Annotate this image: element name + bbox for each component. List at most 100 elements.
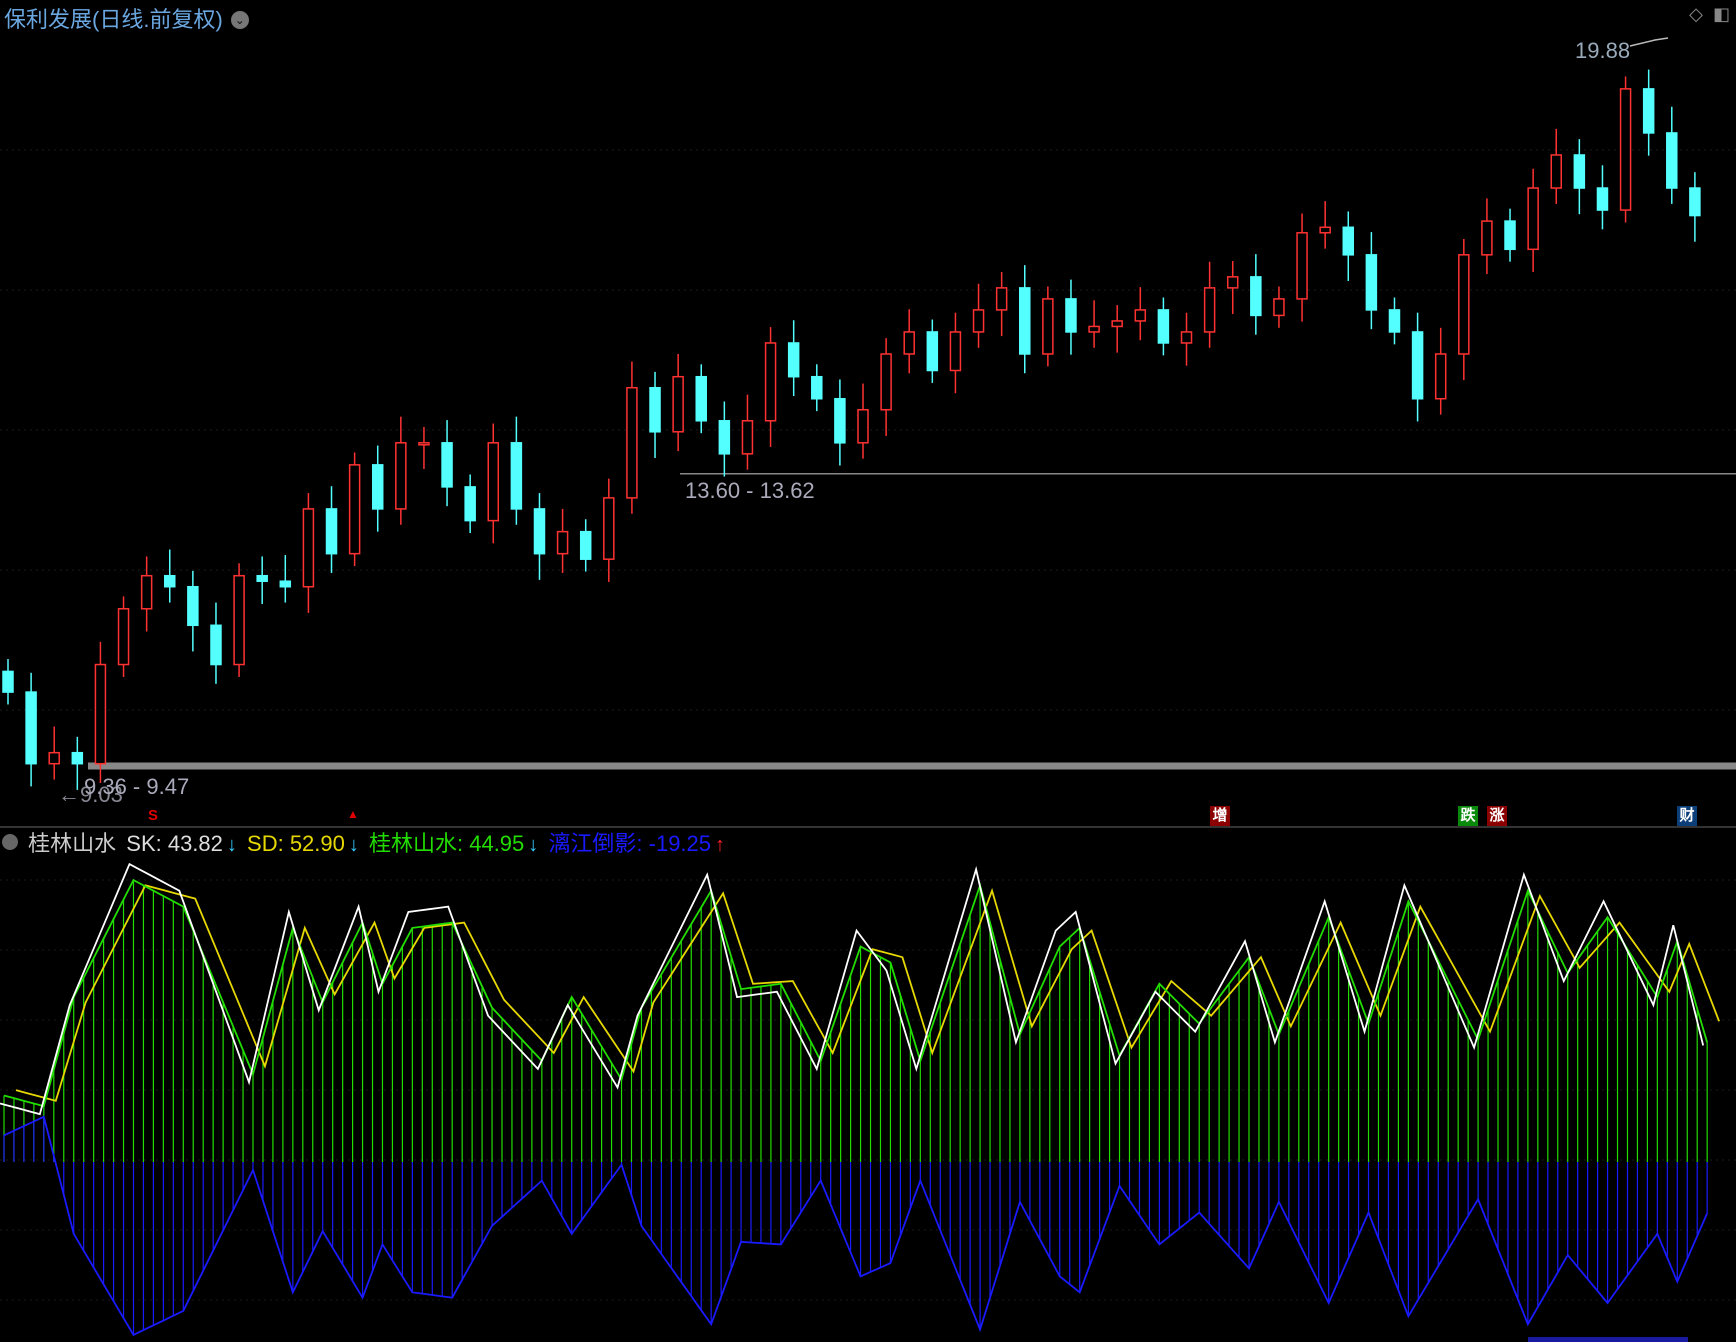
candlestick-chart[interactable] bbox=[0, 0, 1736, 830]
high-arrow bbox=[1629, 37, 1669, 47]
candle-down bbox=[533, 508, 546, 555]
arrow-down-icon: ↓ bbox=[348, 834, 359, 856]
candle-down bbox=[926, 331, 939, 372]
reflect-line bbox=[3, 1115, 1708, 1337]
candle-down bbox=[464, 486, 476, 522]
high-price-label: 19.88 bbox=[1575, 38, 1631, 63]
candle-down bbox=[695, 375, 707, 422]
candle-up bbox=[556, 530, 569, 555]
candle-down bbox=[210, 624, 222, 666]
candle-up bbox=[1527, 187, 1539, 251]
candle-down bbox=[1666, 132, 1678, 189]
candle-up bbox=[348, 464, 361, 555]
candle-up bbox=[741, 420, 754, 455]
marker-cai[interactable]: 财 bbox=[1677, 806, 1697, 826]
candle-down bbox=[579, 530, 592, 560]
candle-down bbox=[1596, 187, 1609, 211]
candle-up bbox=[764, 342, 777, 422]
candle-up bbox=[949, 331, 962, 372]
candle-up bbox=[626, 386, 638, 499]
candle-up bbox=[880, 353, 892, 411]
candle-up bbox=[1203, 287, 1216, 333]
chevron-down-icon[interactable] bbox=[2, 834, 18, 850]
candle-down bbox=[1342, 226, 1355, 256]
candle-down bbox=[1388, 309, 1401, 333]
sk-value: SK: 43.82 bbox=[126, 831, 223, 856]
candle-up bbox=[1619, 88, 1632, 211]
sd-value: SD: 52.90 bbox=[247, 831, 345, 856]
main-line bbox=[3, 878, 1709, 1108]
candle-down bbox=[256, 574, 268, 582]
candle-up bbox=[302, 508, 315, 588]
marker-zhang[interactable]: 涨 bbox=[1487, 806, 1507, 826]
candle-down bbox=[1250, 276, 1262, 317]
indicator-name: 桂林山水 bbox=[28, 831, 117, 856]
candle-up bbox=[603, 497, 615, 560]
candle-up bbox=[48, 751, 60, 765]
candle-up bbox=[903, 331, 915, 355]
arrow-down-icon: ↓ bbox=[528, 834, 539, 856]
candle-up bbox=[672, 375, 684, 433]
candle-up bbox=[972, 309, 985, 333]
arrow-up-icon: ↑ bbox=[715, 834, 726, 856]
marker-die[interactable]: 跌 bbox=[1458, 806, 1478, 826]
candle-down bbox=[834, 397, 846, 444]
candle-down bbox=[325, 508, 338, 555]
candle-down bbox=[718, 420, 731, 455]
candle-down bbox=[187, 585, 199, 627]
candle-down bbox=[811, 375, 823, 400]
candle-down bbox=[1157, 309, 1170, 344]
candle-down bbox=[71, 751, 84, 765]
candle-down bbox=[441, 442, 453, 488]
candle-up bbox=[418, 442, 430, 446]
candle-down bbox=[2, 670, 14, 693]
candle-down bbox=[25, 691, 37, 765]
candle-up bbox=[140, 574, 153, 610]
candle-up bbox=[1134, 309, 1147, 322]
reflect-value: 漓江倒影: -19.25 bbox=[548, 831, 712, 856]
support-range-label: 13.60 - 13.62 bbox=[685, 478, 815, 503]
sk-line bbox=[0, 862, 1705, 1116]
candle-down bbox=[1411, 331, 1424, 400]
candle-up bbox=[1273, 298, 1285, 317]
candle-down bbox=[787, 342, 800, 378]
low-price-label: ←9.03 bbox=[58, 782, 123, 807]
candle-up bbox=[1088, 325, 1100, 333]
candle-up bbox=[487, 442, 500, 522]
candle-down bbox=[1365, 254, 1378, 311]
candle-up bbox=[1481, 220, 1493, 256]
candle-down bbox=[510, 442, 523, 510]
candle-up bbox=[1111, 320, 1123, 328]
sd-line bbox=[15, 884, 1720, 1102]
candle-up bbox=[1180, 331, 1193, 344]
candle-up bbox=[1319, 226, 1331, 234]
candle-down bbox=[649, 386, 661, 433]
candle-down bbox=[1573, 154, 1586, 189]
candle-up bbox=[1458, 254, 1470, 355]
candle-up bbox=[1042, 298, 1054, 355]
candle-up bbox=[395, 442, 407, 510]
candle-down bbox=[1689, 187, 1701, 217]
main-value: 桂林山水: 44.95 bbox=[369, 831, 525, 856]
candle-up bbox=[233, 574, 245, 666]
candle-up bbox=[1226, 276, 1239, 289]
candle-down bbox=[371, 464, 384, 510]
signal-up-marker[interactable]: ▲ bbox=[343, 804, 363, 824]
marker-zeng[interactable]: 增 bbox=[1210, 806, 1230, 826]
indicator-legend: 桂林山水 SK: 43.82 ↓ SD: 52.90 ↓ 桂林山水: 44.95 ↓ … bbox=[2, 826, 729, 858]
bottom-tab[interactable] bbox=[1528, 1337, 1688, 1342]
candle-up bbox=[94, 663, 107, 765]
signal-s-marker[interactable]: S bbox=[143, 806, 163, 826]
candle-up bbox=[857, 409, 869, 444]
candle-down bbox=[279, 580, 292, 588]
candle-up bbox=[117, 608, 130, 666]
candle-up bbox=[1296, 232, 1308, 300]
candle-down bbox=[1642, 88, 1655, 134]
candle-down bbox=[1504, 220, 1516, 251]
candle-down bbox=[164, 574, 176, 588]
candle-down bbox=[1019, 287, 1031, 355]
candle-down bbox=[1065, 298, 1077, 333]
arrow-down-icon: ↓ bbox=[226, 834, 237, 856]
candle-up bbox=[995, 287, 1008, 311]
candle-up bbox=[1550, 154, 1562, 189]
